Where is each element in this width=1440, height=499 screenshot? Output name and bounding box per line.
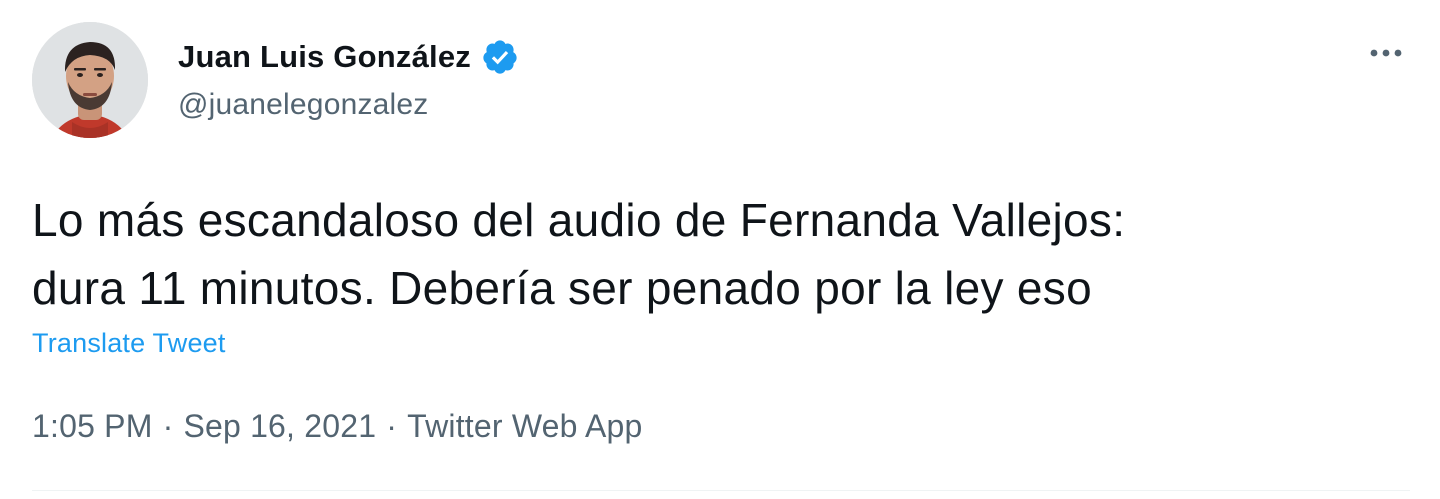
tweet-card: Juan Luis González @juanelegonzalez Lo m… bbox=[0, 0, 1440, 499]
profile-photo bbox=[32, 22, 148, 138]
avatar[interactable] bbox=[32, 22, 148, 138]
tweet-text: Lo más escandaloso del audio de Fernanda… bbox=[32, 186, 1412, 322]
translate-tweet-link[interactable]: Translate Tweet bbox=[32, 328, 226, 359]
tweet-date[interactable]: Sep 16, 2021 bbox=[183, 408, 376, 445]
more-options-button[interactable] bbox=[1362, 38, 1410, 70]
tweet-text-line: dura 11 minutos. Debería ser penado por … bbox=[32, 262, 1092, 314]
author-name[interactable]: Juan Luis González bbox=[178, 39, 471, 75]
tweet-time[interactable]: 1:05 PM bbox=[32, 408, 153, 445]
author-block: Juan Luis González @juanelegonzalez bbox=[178, 34, 519, 122]
tweet-source[interactable]: Twitter Web App bbox=[407, 408, 642, 445]
author-name-row: Juan Luis González bbox=[178, 34, 519, 80]
meta-separator: · bbox=[162, 408, 174, 444]
more-options-icon bbox=[1366, 45, 1406, 63]
tweet-text-line: Lo más escandaloso del audio de Fernanda… bbox=[32, 194, 1126, 246]
verified-badge-icon bbox=[481, 38, 519, 76]
tweet-meta: 1:05 PM · Sep 16, 2021 · Twitter Web App bbox=[32, 408, 643, 445]
author-handle[interactable]: @juanelegonzalez bbox=[178, 88, 519, 122]
divider bbox=[32, 490, 1410, 491]
meta-separator: · bbox=[386, 408, 398, 444]
